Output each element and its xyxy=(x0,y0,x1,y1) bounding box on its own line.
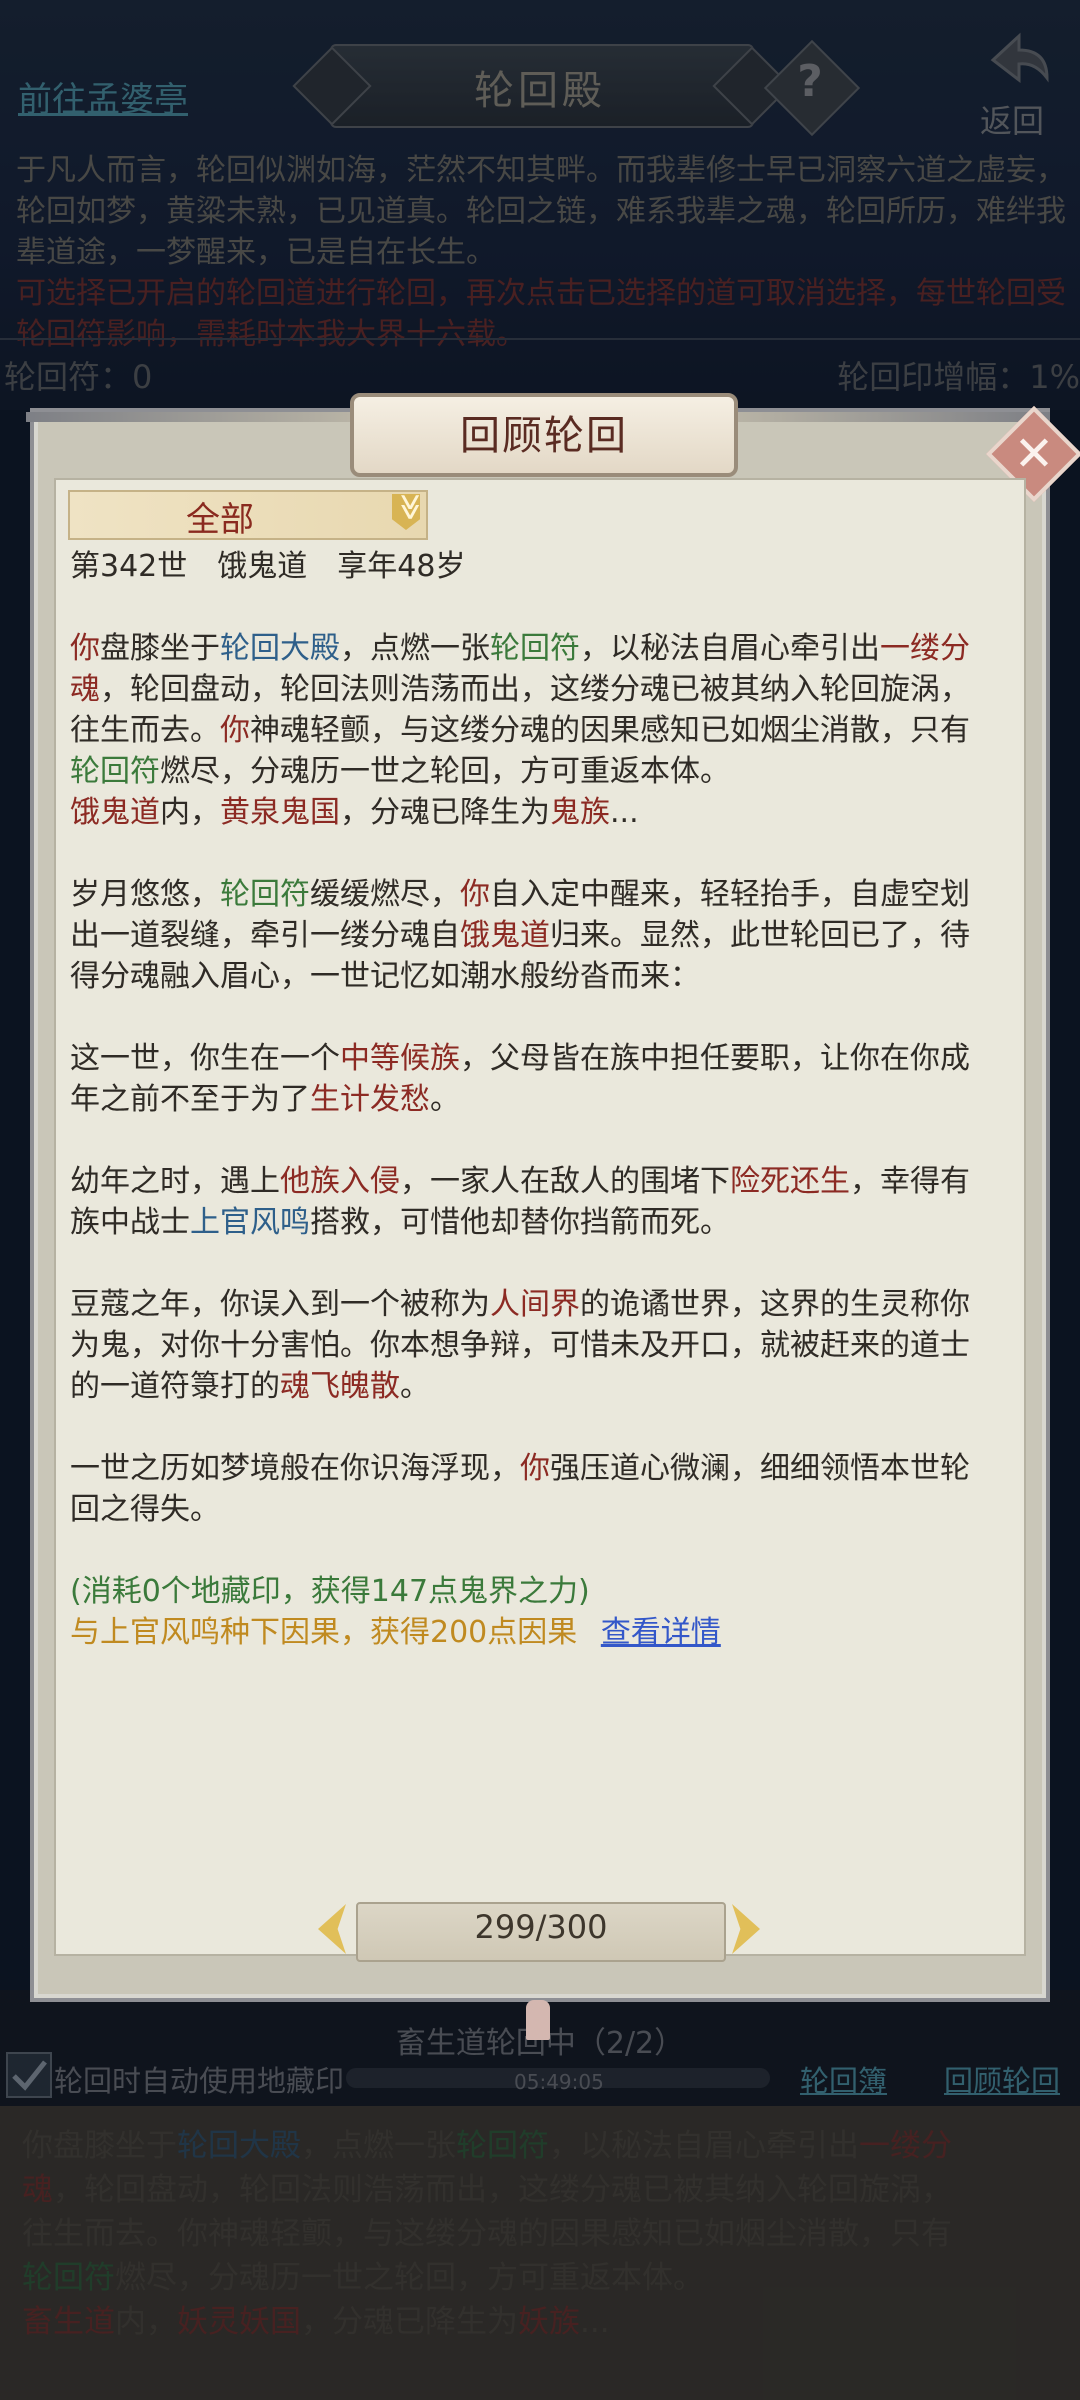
paragraph-1b: 饿鬼道内，黄泉鬼国，分魂已降生为鬼族... xyxy=(70,795,639,830)
chevron-down-icon[interactable]: ≫ xyxy=(395,489,425,525)
paragraph-2: 岁月悠悠，轮回符缓缓燃尽，你自入定中醒来，轻轻抬手，自虚空划出一道裂缝，牵引一缕… xyxy=(70,877,970,994)
cost-line: (消耗0个地藏印，获得147点鬼界之力) xyxy=(70,1574,590,1609)
dialog-title: 回顾轮回 xyxy=(460,413,628,459)
paragraph-1: 你盘膝坐于轮回大殿，点燃一张轮回符，以秘法自眉心牵引出一缕分魂，轮回盘动，轮回法… xyxy=(70,631,970,789)
karma-text: 与上官风鸣种下因果，获得200点因果 xyxy=(70,1615,578,1650)
title-ornament-left xyxy=(26,412,356,422)
bell-ornament xyxy=(526,2000,550,2040)
path-name: 饿鬼道 xyxy=(217,549,308,584)
lifespan: 享年48岁 xyxy=(337,549,466,584)
reincarnation-record: 第342世 饿鬼道 享年48岁 你盘膝坐于轮回大殿，点燃一张轮回符，以秘法自眉心牵引… xyxy=(70,546,994,1653)
karma-line: 与上官风鸣种下因果，获得200点因果 查看详情 xyxy=(70,1612,994,1653)
life-number: 第342世 xyxy=(70,549,188,584)
paragraph-6: 一世之历如梦境般在你识海浮现，你强压道心微澜，细细领悟本世轮回之得失。 xyxy=(70,1451,970,1527)
view-details-link[interactable]: 查看详情 xyxy=(601,1615,721,1650)
paragraph-4: 幼年之时，遇上他族入侵，一家人在敌人的围堵下险死还生，幸得有族中战士上官风鸣搭救… xyxy=(70,1164,970,1240)
record-meta: 第342世 饿鬼道 享年48岁 xyxy=(70,546,994,587)
filter-selected[interactable]: 全部 xyxy=(186,492,254,541)
paragraph-3: 这一世，你生在一个中等候族，父母皆在族中担任要职，让你在你成年之前不至于为了生计… xyxy=(70,1041,970,1117)
page-number: 299/300 xyxy=(474,1908,608,1946)
paragraph-5: 豆蔻之年，你误入到一个被称为人间界的诡谲世界，这界的生灵称你为鬼，对你十分害怕。… xyxy=(70,1287,970,1404)
